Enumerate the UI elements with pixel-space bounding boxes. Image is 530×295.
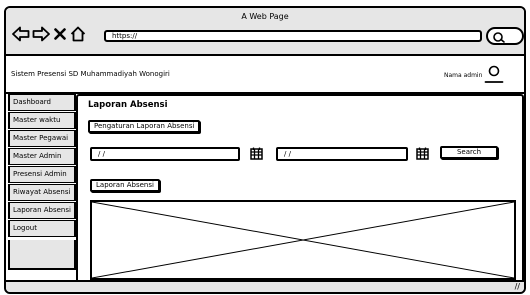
image-placeholder-icon [91, 201, 515, 279]
resize-handle[interactable]: // [515, 282, 520, 292]
image-placeholder [90, 200, 516, 280]
admin-name[interactable]: Nama admin [444, 72, 482, 79]
sidebar-filler [8, 240, 76, 270]
user-icon[interactable] [484, 65, 504, 83]
url-input[interactable]: https:// [104, 30, 482, 42]
app-name: Sistem Presensi SD Muhammadiyah Wonogiri [11, 70, 170, 78]
sidebar-item-laporan-absensi[interactable]: Laporan Absensi [8, 202, 76, 219]
date-from-input[interactable]: / / [90, 147, 240, 161]
search-button[interactable]: Search [440, 146, 498, 159]
app-header: Sistem Presensi SD Muhammadiyah Wonogiri… [6, 56, 524, 94]
page-title: Laporan Absensi [88, 100, 168, 110]
calendar-icon[interactable] [416, 147, 429, 160]
close-icon[interactable] [54, 28, 66, 40]
sidebar-item-logout[interactable]: Logout [8, 220, 76, 237]
date-to-input[interactable]: / / [276, 147, 408, 161]
title-bar: A Web Page https:// [6, 8, 524, 56]
window-title: A Web Page [241, 12, 289, 21]
status-bar: // [6, 280, 524, 292]
report-button[interactable]: Laporan Absensi [90, 179, 160, 192]
sidebar-item-presensi-admin[interactable]: Presensi Admin [8, 166, 76, 183]
sidebar-item-dashboard[interactable]: Dashboard [8, 94, 76, 111]
settings-report-button[interactable]: Pengaturan Laporan Absensi [88, 120, 201, 133]
back-arrow-icon[interactable] [12, 26, 30, 42]
calendar-icon[interactable] [250, 147, 263, 160]
sidebar-item-master-waktu[interactable]: Master waktu [8, 112, 76, 129]
url-text: https:// [112, 32, 138, 40]
sidebar-item-master-pegawai[interactable]: Master Pegawai [8, 130, 76, 147]
browser-window: A Web Page https:// Sistem Presensi SD M… [4, 6, 526, 294]
browser-search-button[interactable] [486, 27, 524, 45]
search-icon [493, 32, 505, 43]
main-content: Laporan Absensi Pengaturan Laporan Absen… [76, 94, 524, 284]
sidebar-item-riwayat-absensi[interactable]: Riwayat Absensi [8, 184, 76, 201]
sidebar-item-master-admin[interactable]: Master Admin [8, 148, 76, 165]
home-icon[interactable] [70, 26, 86, 42]
sidebar: Dashboard Master waktu Master Pegawai Ma… [8, 94, 76, 238]
forward-arrow-icon[interactable] [32, 26, 50, 42]
